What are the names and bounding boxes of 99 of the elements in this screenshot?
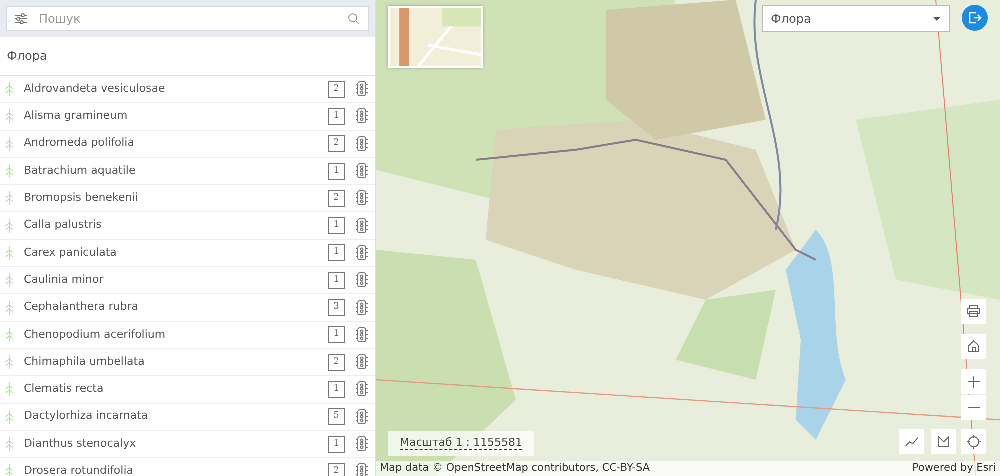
species-name: Caulinia minor xyxy=(24,272,105,288)
species-row[interactable]: Dactylorhiza incarnata 5 xyxy=(0,404,375,431)
print-icon xyxy=(966,305,980,318)
plant-icon xyxy=(5,355,14,370)
count-badge: 2 xyxy=(328,354,345,371)
sensor-icon[interactable] xyxy=(355,272,369,288)
sensor-icon[interactable] xyxy=(355,244,369,261)
plant-icon xyxy=(5,218,14,233)
sensor-icon[interactable] xyxy=(355,190,369,206)
sensor-icon[interactable] xyxy=(355,326,369,343)
species-row[interactable]: Bromopsis benekenii 2 xyxy=(0,185,375,212)
species-row[interactable]: Clematis recta 1 xyxy=(0,376,375,404)
species-name: Batrachium aquatile xyxy=(24,162,137,179)
species-row[interactable]: Cephalanthera rubra 3 xyxy=(0,294,375,322)
count-badge: 1 xyxy=(328,108,345,125)
search-icon[interactable] xyxy=(348,12,360,24)
count-badge: 1 xyxy=(328,326,345,344)
species-row[interactable]: Dianthus stenocalyx 1 xyxy=(0,430,375,458)
sensor-icon[interactable] xyxy=(355,81,369,98)
species-row[interactable]: Batrachium aquatile 1 xyxy=(0,158,375,186)
plant-icon xyxy=(5,82,14,96)
species-row[interactable]: Andromeda polifolia 2 xyxy=(0,130,375,158)
plant-icon xyxy=(5,246,14,260)
home-button[interactable] xyxy=(961,334,986,359)
sensor-icon[interactable] xyxy=(355,108,369,124)
measure-area-button[interactable] xyxy=(931,429,956,454)
crosshair-icon xyxy=(966,434,980,448)
species-name: Aldrovandeta vesiculosae xyxy=(24,80,166,97)
species-name: Chenopodium acerifolium xyxy=(24,326,167,343)
scale-bar: Масштаб 1 : 1155581 xyxy=(388,431,534,456)
plant-icon xyxy=(5,410,14,424)
polyline-icon xyxy=(904,436,918,446)
species-name: Calla palustris xyxy=(24,217,103,234)
count-badge: 2 xyxy=(328,462,345,476)
count-badge: 1 xyxy=(328,244,345,262)
count-badge: 5 xyxy=(328,408,345,426)
minus-icon xyxy=(968,406,980,408)
species-name: Chimaphila umbellata xyxy=(24,354,146,370)
species-row[interactable]: Aldrovandeta vesiculosae 2 xyxy=(0,76,375,104)
caret-icon xyxy=(933,16,941,20)
sensor-icon[interactable] xyxy=(355,463,369,476)
print-button[interactable] xyxy=(961,299,986,324)
plant-icon xyxy=(5,164,14,178)
exit-icon xyxy=(968,11,982,25)
map-attribution: Map data © OpenStreetMap contributors, CC-BY-SA xyxy=(380,461,650,476)
polygon-icon xyxy=(938,436,950,448)
sensor-icon[interactable] xyxy=(355,218,369,234)
sensor-icon[interactable] xyxy=(355,163,369,180)
overview-map[interactable] xyxy=(388,6,483,68)
count-badge: 2 xyxy=(328,190,345,207)
plant-icon xyxy=(5,300,14,315)
count-badge: 1 xyxy=(328,380,345,398)
count-badge: 2 xyxy=(328,135,345,152)
species-name: Andromeda polifolia xyxy=(24,135,136,152)
count-badge: 1 xyxy=(328,436,345,452)
species-row[interactable]: Chimaphila umbellata 2 xyxy=(0,348,375,376)
sensor-icon[interactable] xyxy=(355,436,369,452)
plant-icon xyxy=(5,273,14,288)
species-name: Alisma gramineum xyxy=(24,108,129,124)
plus-icon xyxy=(968,376,980,388)
layer-select[interactable]: Флора xyxy=(762,5,950,32)
plant-icon xyxy=(5,382,14,396)
species-row[interactable]: Caulinia minor 1 xyxy=(0,267,375,294)
species-row[interactable]: Chenopodium acerifolium 1 xyxy=(0,322,375,349)
species-row[interactable]: Drosera rotundifolia 2 xyxy=(0,458,375,476)
sensor-icon[interactable] xyxy=(355,300,369,316)
count-badge: 2 xyxy=(328,80,345,98)
home-icon xyxy=(968,340,980,353)
species-name: Dianthus stenocalyx xyxy=(24,436,138,452)
locate-button[interactable] xyxy=(961,429,986,454)
species-name: Dactylorhiza incarnata xyxy=(24,408,150,424)
species-name: Drosera rotundifolia xyxy=(24,463,135,476)
sensor-icon[interactable] xyxy=(355,381,369,398)
plant-icon xyxy=(5,109,14,124)
species-row[interactable]: Carex paniculata 1 xyxy=(0,240,375,268)
list-title: Флора xyxy=(0,37,375,76)
measure-distance-button[interactable] xyxy=(899,429,924,454)
plant-icon xyxy=(5,328,14,342)
plant-icon xyxy=(5,191,14,206)
plant-icon xyxy=(5,136,14,151)
plant-icon xyxy=(5,437,14,451)
species-name: Carex paniculata xyxy=(24,244,118,261)
species-name: Cephalanthera rubra xyxy=(24,299,140,316)
filter-icon[interactable] xyxy=(15,12,27,24)
species-row[interactable]: Alisma gramineum 1 xyxy=(0,103,375,131)
species-row[interactable]: Calla palustris 1 xyxy=(0,212,375,240)
count-badge: 3 xyxy=(328,299,345,316)
sensor-icon[interactable] xyxy=(355,136,369,152)
count-badge: 1 xyxy=(328,272,345,289)
species-name: Bromopsis benekenii xyxy=(24,190,140,206)
powered-by-text: Powered by Esri xyxy=(912,461,996,476)
count-badge: 1 xyxy=(328,217,345,234)
sensor-icon[interactable] xyxy=(355,408,369,425)
sensor-icon[interactable] xyxy=(355,354,369,370)
count-badge: 1 xyxy=(328,162,345,180)
plant-icon xyxy=(5,464,14,476)
search-box[interactable]: Пошук xyxy=(6,6,369,31)
species-name: Clematis recta xyxy=(24,381,105,398)
zoom-in-button[interactable] xyxy=(961,369,986,394)
